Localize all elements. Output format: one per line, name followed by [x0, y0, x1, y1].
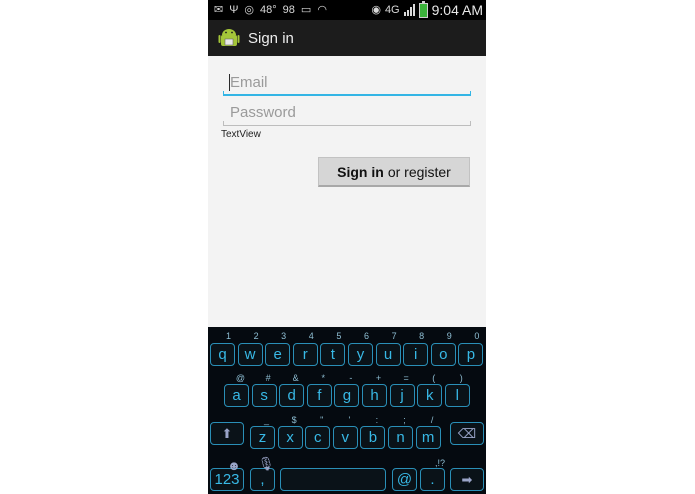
backspace-icon: ⌫	[457, 425, 477, 441]
key-hint: 3	[281, 331, 287, 341]
android-app-icon[interactable]	[218, 27, 240, 49]
key-hint: 2	[253, 331, 259, 341]
at-key[interactable]: @	[392, 468, 417, 491]
key-c[interactable]: c	[305, 426, 331, 449]
mic-icon: 🎙	[257, 456, 275, 471]
enter-key[interactable]: ➡	[450, 468, 484, 491]
action-bar: Sign in	[208, 20, 486, 56]
password-field[interactable]: Password	[223, 100, 471, 126]
enter-icon: ➡	[461, 471, 473, 487]
key-hint: )	[459, 373, 463, 383]
key-hint: /	[430, 415, 434, 425]
email-placeholder: Email	[230, 74, 268, 91]
voicemail-icon: ▭	[300, 4, 312, 16]
key-hint: 1	[225, 331, 232, 341]
key-g[interactable]: g	[334, 384, 360, 407]
key-hint: 9	[446, 331, 452, 341]
usb-icon: Ψ	[229, 4, 239, 16]
key-hint: #	[265, 373, 271, 383]
shift-icon: ⬆	[221, 425, 233, 441]
key-hint: '	[348, 415, 351, 425]
wifi-hotspot-icon: ◎	[244, 4, 255, 16]
key-hint: 4	[308, 331, 314, 341]
phone-screen: ✉ Ψ ◎ 48° 98 ▭ ◠ ◉ 4G 9:04 AM Sign in Em…	[208, 0, 486, 494]
key-hint: (	[432, 373, 436, 383]
key-j[interactable]: j	[389, 384, 415, 407]
key-o[interactable]: o	[430, 343, 456, 366]
email-field[interactable]: Email	[223, 70, 471, 96]
key-hint: *	[321, 373, 326, 383]
key-y[interactable]: y	[348, 343, 373, 366]
key-d[interactable]: d	[279, 384, 305, 407]
shift-key[interactable]: ⬆	[210, 422, 244, 445]
key-a[interactable]: a	[224, 384, 249, 407]
key-r[interactable]: r	[292, 343, 318, 366]
network-type: 4G	[384, 4, 400, 16]
key-h[interactable]: h	[362, 384, 387, 407]
key-u[interactable]: u	[375, 343, 401, 366]
key-hint: ;	[403, 415, 406, 425]
key-f[interactable]: f	[306, 384, 332, 407]
textview-label: TextView	[221, 129, 261, 140]
status-bar: ✉ Ψ ◎ 48° 98 ▭ ◠ ◉ 4G 9:04 AM	[208, 0, 486, 20]
signal-icon	[403, 4, 415, 16]
key-hint: ,!?	[434, 458, 446, 468]
key-n[interactable]: n	[388, 426, 413, 449]
key-v[interactable]: v	[332, 426, 358, 449]
key-b[interactable]: b	[360, 426, 386, 449]
password-underline	[223, 125, 471, 126]
key-hint: 8	[419, 331, 425, 341]
key-l[interactable]: l	[444, 384, 470, 407]
key-e[interactable]: e	[265, 343, 291, 366]
space-key[interactable]	[280, 468, 386, 491]
key-z[interactable]: z	[250, 426, 275, 449]
key-s[interactable]: s	[251, 384, 277, 407]
key-t[interactable]: t	[320, 343, 346, 366]
clock: 9:04 AM	[431, 2, 483, 18]
key-hint: 5	[336, 331, 342, 341]
key-q[interactable]: q	[210, 343, 235, 366]
key-k[interactable]: k	[417, 384, 443, 407]
register-label: or register	[387, 163, 451, 180]
wifi-icon: ◠	[317, 4, 327, 16]
temperature-text: 48°	[260, 4, 277, 16]
keyboard: q 1 w 2 e 3 r 4 t 5 y 6 u 7 i 8 o 9 p 0 a @ s # d & f * g - h + j = k(l) ⬆ z…	[208, 327, 486, 494]
page-title: Sign in	[248, 29, 294, 47]
key-p[interactable]: p	[458, 343, 484, 366]
sign-in-label: Sign in	[337, 163, 384, 180]
key-w[interactable]: w	[237, 343, 263, 366]
key-x[interactable]: x	[277, 426, 303, 449]
key-hint: 0	[474, 331, 480, 341]
key-hint: 6	[363, 331, 370, 341]
key-hint: "	[320, 415, 324, 425]
battery-icon	[418, 0, 428, 18]
mail-icon: ✉	[214, 4, 224, 16]
key-i[interactable]: i	[403, 343, 429, 366]
key-hint: &	[292, 373, 299, 383]
key-hint: -	[349, 373, 353, 383]
password-placeholder: Password	[230, 104, 296, 121]
backspace-key[interactable]: ⌫	[450, 422, 484, 445]
key-hint: 7	[391, 331, 397, 341]
period-key[interactable]: .	[420, 468, 445, 491]
sign-in-button[interactable]: Sign in or register	[318, 157, 470, 187]
emoji-icon: ☻	[227, 458, 241, 473]
status-number: 98	[282, 4, 295, 16]
key-hint: +	[375, 373, 382, 383]
key-m[interactable]: m	[415, 426, 441, 449]
key-hint: =	[403, 373, 409, 383]
email-underline	[223, 94, 471, 96]
key-hint: @	[235, 373, 246, 383]
key-hint: $	[291, 415, 297, 425]
eye-icon: ◉	[371, 4, 381, 16]
key-hint: :	[375, 415, 379, 425]
text-cursor	[229, 74, 230, 91]
key-hint: _	[263, 415, 270, 425]
